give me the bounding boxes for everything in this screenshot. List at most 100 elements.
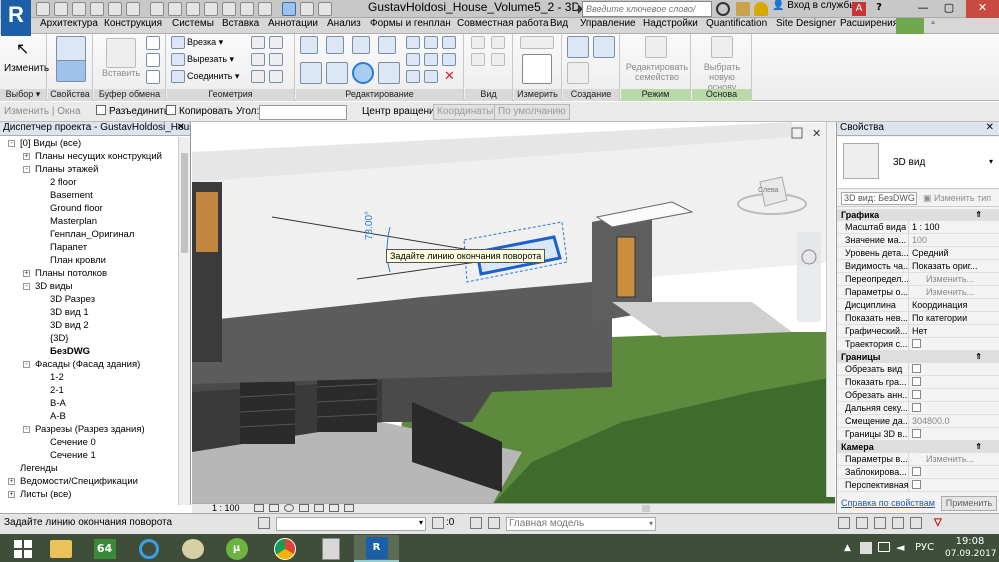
select-links-icon[interactable] (838, 517, 850, 529)
maximize-button[interactable]: ▢ (938, 0, 960, 18)
tab-modify-context[interactable] (896, 18, 924, 34)
tab-insert[interactable]: Вставка (222, 18, 259, 34)
tree-item[interactable]: Генплан_Оригинал (50, 228, 134, 241)
subscription-icon[interactable] (736, 2, 750, 16)
tree-item[interactable]: Masterplan (50, 215, 97, 228)
trim-extend-single-icon[interactable] (424, 70, 438, 83)
edit-family-icon[interactable] (645, 36, 667, 58)
taskbar-ie[interactable] (126, 535, 171, 562)
section-extents[interactable]: Границы ⇑ (837, 351, 999, 363)
select-pinned-icon[interactable] (874, 517, 886, 529)
tree-item[interactable]: 2-1 (50, 384, 64, 397)
property-value[interactable]: 304800.0 (908, 415, 988, 427)
tree-item[interactable]: 3D виды (35, 280, 73, 293)
tree-item[interactable]: Сечение 1 (50, 449, 96, 462)
customize-qat-icon[interactable] (318, 2, 332, 16)
delete-icon[interactable]: ✕ (444, 69, 455, 84)
expand-icon[interactable]: + (8, 478, 15, 485)
unpin-icon[interactable] (442, 36, 456, 49)
tree-item[interactable]: {3D} (50, 332, 69, 345)
properties-help-link[interactable]: Справка по свойствам (841, 498, 935, 508)
close-properties-icon[interactable]: ✕ (986, 122, 994, 133)
property-checkbox[interactable] (908, 389, 988, 401)
dimension-icon[interactable] (168, 2, 182, 16)
angle-input[interactable] (259, 105, 347, 120)
search-icon[interactable] (716, 2, 730, 16)
tab-massing-site[interactable]: Формы и генплан (370, 18, 451, 34)
rotate-icon[interactable] (352, 62, 374, 84)
hide-icon[interactable] (471, 36, 485, 49)
coordinates-button[interactable]: Координаты (433, 104, 498, 120)
offset-icon[interactable] (326, 36, 344, 54)
measure-icon[interactable] (150, 2, 164, 16)
collapse-section-icon[interactable]: ⇑ (975, 351, 982, 363)
linework-icon[interactable] (471, 53, 485, 66)
tree-item[interactable]: Планы потолков (35, 267, 107, 280)
open-icon[interactable] (36, 2, 50, 16)
tree-item[interactable]: 2 floor (50, 176, 76, 189)
crop-view-icon[interactable] (314, 504, 324, 512)
drag-elements-icon[interactable] (910, 517, 922, 529)
join-roof-icon[interactable] (269, 70, 283, 83)
expand-icon[interactable]: + (23, 153, 30, 160)
ribbon-toggle-icon[interactable]: ▫ (926, 18, 940, 34)
tree-item[interactable]: [0] Виды (все) (20, 137, 81, 150)
override-graphics-icon[interactable] (491, 36, 505, 49)
tree-item[interactable]: 3D Разрез (50, 293, 95, 306)
collapse-icon[interactable]: - (23, 361, 30, 368)
tab-quantification[interactable]: Quantification (706, 18, 767, 34)
property-value[interactable]: Координация (908, 299, 988, 311)
property-checkbox[interactable] (908, 376, 988, 388)
tab-analyze[interactable]: Анализ (327, 18, 361, 34)
trim-extend-multiple-icon[interactable] (406, 70, 420, 83)
demolish-icon[interactable] (251, 70, 265, 83)
match-properties-icon[interactable] (146, 70, 160, 84)
design-options-icon[interactable] (470, 517, 482, 529)
tree-item[interactable]: Basement (50, 189, 93, 202)
remove-paint-icon[interactable] (269, 53, 283, 66)
taskbar-file-explorer[interactable] (38, 535, 83, 562)
property-value[interactable]: Нет (908, 325, 988, 337)
trim-icon[interactable] (378, 62, 400, 84)
section-graphics[interactable]: Графика ⇑ (837, 209, 999, 221)
edit-family-button[interactable]: Редактировать семейство (625, 62, 689, 82)
tree-item[interactable]: Планы несущих конструкций (35, 150, 162, 163)
tab-extensions[interactable]: Расширения (840, 18, 898, 34)
text-icon[interactable] (204, 2, 218, 16)
view-scale[interactable]: 1 : 100 (212, 503, 240, 513)
select-underlay-icon[interactable] (856, 517, 868, 529)
select-by-face-icon[interactable] (892, 517, 904, 529)
search-input[interactable]: Введите ключевое слово/фразу (582, 1, 712, 28)
property-checkbox[interactable] (908, 338, 988, 350)
tree-item[interactable]: БезDWG (50, 345, 90, 358)
application-menu-button[interactable]: R (1, 0, 31, 36)
property-checkbox[interactable] (908, 479, 988, 491)
tab-collaborate[interactable]: Совместная работа (457, 18, 549, 34)
close-view-icon[interactable]: ✕ (812, 127, 821, 140)
collapse-section-icon[interactable]: ⇑ (975, 209, 982, 221)
aligned-dimension-icon[interactable] (522, 54, 552, 84)
horizontal-scroll-thumb[interactable] (642, 505, 650, 512)
undo-icon[interactable] (90, 2, 104, 16)
tab-site-designer[interactable]: Site Designer (776, 18, 836, 34)
tab-annotate[interactable]: Аннотации (268, 18, 318, 34)
tree-item[interactable]: 3D вид 1 (50, 306, 89, 319)
tab-manage[interactable]: Управление (580, 18, 636, 34)
editing-requests-icon[interactable] (432, 517, 444, 529)
property-value[interactable]: Показать ориг... (908, 260, 988, 272)
wall-joins-icon[interactable] (251, 36, 265, 49)
mirror-axis-icon[interactable] (352, 36, 370, 54)
mirror-draw-icon[interactable] (378, 36, 396, 54)
align-icon[interactable] (300, 36, 318, 54)
redo-icon[interactable] (108, 2, 122, 16)
taskbar-paint[interactable] (170, 535, 215, 562)
minimize-button[interactable]: — (912, 0, 934, 18)
tray-overflow-icon[interactable]: ▲ (844, 543, 851, 553)
sign-in-button[interactable]: 👤 Вход в службы ▾ (772, 0, 864, 18)
active-design-option-icon[interactable] (488, 517, 500, 529)
scale-icon[interactable] (424, 53, 438, 66)
expand-icon[interactable]: + (8, 491, 15, 498)
type-dropdown-icon[interactable]: ▾ (989, 157, 993, 166)
viewcube-label[interactable]: Слева (758, 187, 779, 194)
tray-date[interactable]: 07.09.2017 (945, 549, 997, 559)
